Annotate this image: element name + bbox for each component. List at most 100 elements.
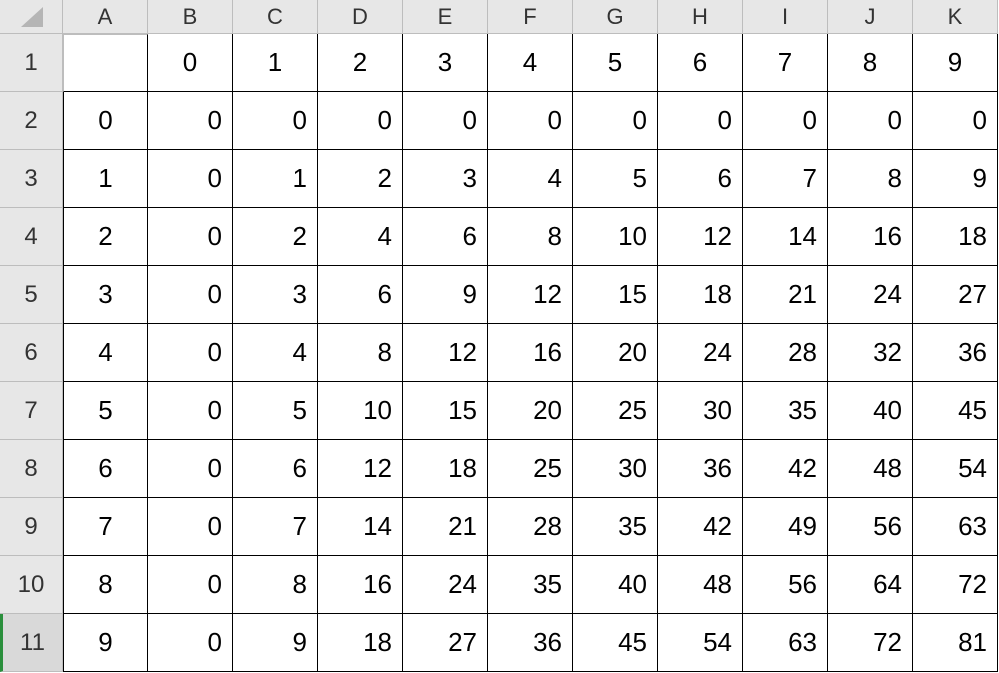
cell-D6[interactable]: 8 xyxy=(318,324,403,382)
cell-G2[interactable]: 0 xyxy=(573,92,658,150)
cell-I7[interactable]: 35 xyxy=(743,382,828,440)
cell-G9[interactable]: 35 xyxy=(573,498,658,556)
cell-C8[interactable]: 6 xyxy=(233,440,318,498)
cell-F7[interactable]: 20 xyxy=(488,382,573,440)
cell-I3[interactable]: 7 xyxy=(743,150,828,208)
cell-E8[interactable]: 18 xyxy=(403,440,488,498)
col-header-G[interactable]: G xyxy=(573,0,658,34)
cell-A7[interactable]: 5 xyxy=(63,382,148,440)
cell-G10[interactable]: 40 xyxy=(573,556,658,614)
cell-D3[interactable]: 2 xyxy=(318,150,403,208)
cell-K5[interactable]: 27 xyxy=(913,266,998,324)
cell-J10[interactable]: 64 xyxy=(828,556,913,614)
cell-H3[interactable]: 6 xyxy=(658,150,743,208)
cell-C9[interactable]: 7 xyxy=(233,498,318,556)
row-header-4[interactable]: 4 xyxy=(0,208,63,266)
cell-I4[interactable]: 14 xyxy=(743,208,828,266)
cell-A8[interactable]: 6 xyxy=(63,440,148,498)
cell-A4[interactable]: 2 xyxy=(63,208,148,266)
cell-C2[interactable]: 0 xyxy=(233,92,318,150)
cell-B5[interactable]: 0 xyxy=(148,266,233,324)
cell-J2[interactable]: 0 xyxy=(828,92,913,150)
cell-E9[interactable]: 21 xyxy=(403,498,488,556)
col-header-D[interactable]: D xyxy=(318,0,403,34)
cell-J7[interactable]: 40 xyxy=(828,382,913,440)
cell-C4[interactable]: 2 xyxy=(233,208,318,266)
cell-F5[interactable]: 12 xyxy=(488,266,573,324)
cell-E7[interactable]: 15 xyxy=(403,382,488,440)
cell-J1[interactable]: 8 xyxy=(828,34,913,92)
row-header-1[interactable]: 1 xyxy=(0,34,63,92)
col-header-I[interactable]: I xyxy=(743,0,828,34)
cell-B7[interactable]: 0 xyxy=(148,382,233,440)
row-header-9[interactable]: 9 xyxy=(0,498,63,556)
row-header-3[interactable]: 3 xyxy=(0,150,63,208)
cell-E2[interactable]: 0 xyxy=(403,92,488,150)
cell-C6[interactable]: 4 xyxy=(233,324,318,382)
cell-F8[interactable]: 25 xyxy=(488,440,573,498)
cell-A3[interactable]: 1 xyxy=(63,150,148,208)
row-header-10[interactable]: 10 xyxy=(0,556,63,614)
cell-B8[interactable]: 0 xyxy=(148,440,233,498)
cell-B3[interactable]: 0 xyxy=(148,150,233,208)
col-header-K[interactable]: K xyxy=(913,0,998,34)
cell-C3[interactable]: 1 xyxy=(233,150,318,208)
cell-E1[interactable]: 3 xyxy=(403,34,488,92)
col-header-B[interactable]: B xyxy=(148,0,233,34)
cell-J5[interactable]: 24 xyxy=(828,266,913,324)
col-header-H[interactable]: H xyxy=(658,0,743,34)
cell-C5[interactable]: 3 xyxy=(233,266,318,324)
cell-A6[interactable]: 4 xyxy=(63,324,148,382)
cell-F10[interactable]: 35 xyxy=(488,556,573,614)
cell-B6[interactable]: 0 xyxy=(148,324,233,382)
cell-I5[interactable]: 21 xyxy=(743,266,828,324)
col-header-A[interactable]: A xyxy=(63,0,148,34)
cell-B2[interactable]: 0 xyxy=(148,92,233,150)
cell-D2[interactable]: 0 xyxy=(318,92,403,150)
cell-E10[interactable]: 24 xyxy=(403,556,488,614)
cell-D10[interactable]: 16 xyxy=(318,556,403,614)
cell-H4[interactable]: 12 xyxy=(658,208,743,266)
cell-D11[interactable]: 18 xyxy=(318,614,403,672)
cell-F4[interactable]: 8 xyxy=(488,208,573,266)
cell-C11[interactable]: 9 xyxy=(233,614,318,672)
cell-B11[interactable]: 0 xyxy=(148,614,233,672)
cell-B9[interactable]: 0 xyxy=(148,498,233,556)
cell-H10[interactable]: 48 xyxy=(658,556,743,614)
row-header-6[interactable]: 6 xyxy=(0,324,63,382)
cell-F9[interactable]: 28 xyxy=(488,498,573,556)
cell-E11[interactable]: 27 xyxy=(403,614,488,672)
cell-H11[interactable]: 54 xyxy=(658,614,743,672)
cell-F1[interactable]: 4 xyxy=(488,34,573,92)
cell-D1[interactable]: 2 xyxy=(318,34,403,92)
cell-H5[interactable]: 18 xyxy=(658,266,743,324)
cell-D5[interactable]: 6 xyxy=(318,266,403,324)
cell-H1[interactable]: 6 xyxy=(658,34,743,92)
cell-C1[interactable]: 1 xyxy=(233,34,318,92)
cell-F2[interactable]: 0 xyxy=(488,92,573,150)
cell-J11[interactable]: 72 xyxy=(828,614,913,672)
cell-I6[interactable]: 28 xyxy=(743,324,828,382)
cell-F11[interactable]: 36 xyxy=(488,614,573,672)
col-header-J[interactable]: J xyxy=(828,0,913,34)
col-header-E[interactable]: E xyxy=(403,0,488,34)
cell-K1[interactable]: 9 xyxy=(913,34,998,92)
cell-F3[interactable]: 4 xyxy=(488,150,573,208)
cell-D4[interactable]: 4 xyxy=(318,208,403,266)
cell-K3[interactable]: 9 xyxy=(913,150,998,208)
cell-I10[interactable]: 56 xyxy=(743,556,828,614)
cell-H2[interactable]: 0 xyxy=(658,92,743,150)
cell-B4[interactable]: 0 xyxy=(148,208,233,266)
cell-A10[interactable]: 8 xyxy=(63,556,148,614)
cell-D9[interactable]: 14 xyxy=(318,498,403,556)
cell-K9[interactable]: 63 xyxy=(913,498,998,556)
cell-I9[interactable]: 49 xyxy=(743,498,828,556)
cell-C7[interactable]: 5 xyxy=(233,382,318,440)
cell-G7[interactable]: 25 xyxy=(573,382,658,440)
cell-A2[interactable]: 0 xyxy=(63,92,148,150)
cell-K4[interactable]: 18 xyxy=(913,208,998,266)
cell-H8[interactable]: 36 xyxy=(658,440,743,498)
cell-D8[interactable]: 12 xyxy=(318,440,403,498)
cell-A11[interactable]: 9 xyxy=(63,614,148,672)
cell-A5[interactable]: 3 xyxy=(63,266,148,324)
